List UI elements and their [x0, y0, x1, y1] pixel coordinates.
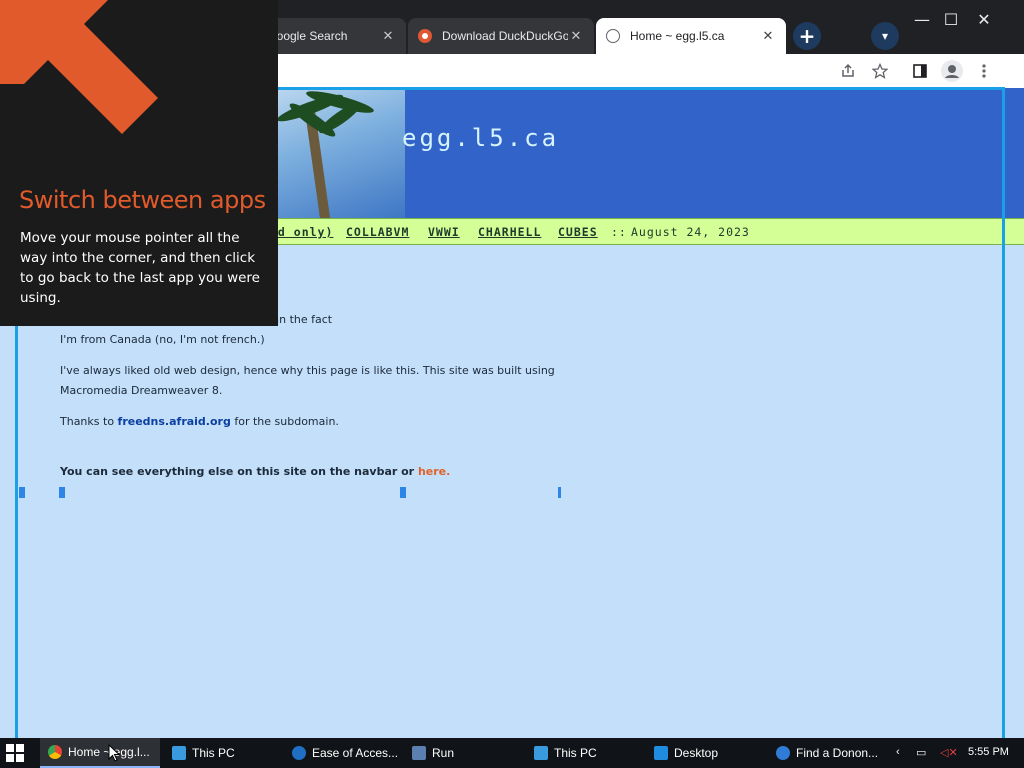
clock[interactable]: 5:55 PM — [968, 746, 1009, 758]
profile-icon[interactable] — [941, 60, 963, 82]
palm-tree-image — [275, 88, 405, 218]
windows-start-icon[interactable] — [6, 744, 24, 762]
taskbar-item-label: This PC — [192, 746, 235, 760]
thanks-line: Thanks to freedns.afraid.org for the sub… — [60, 412, 580, 432]
taskbar-item-run[interactable]: Run — [404, 738, 522, 768]
taskbar-item-this-pc-2[interactable]: This PC — [526, 738, 644, 768]
bookmark-star-icon[interactable] — [869, 60, 891, 82]
globe-icon — [606, 29, 620, 43]
menu-icon[interactable] — [973, 60, 995, 82]
close-tab-icon[interactable]: ✕ — [380, 28, 396, 44]
taskbar-item-label: Run — [432, 746, 455, 760]
thanks-suffix: for the subdomain. — [234, 415, 339, 428]
resize-handle[interactable] — [558, 487, 561, 498]
tip-body: Move your mouse pointer all the way into… — [20, 230, 260, 306]
mouse-cursor-icon — [108, 744, 120, 762]
maximize-button[interactable]: ☐ — [940, 10, 962, 29]
nav-date: August 24, 2023 — [631, 225, 750, 239]
tray-chevron-icon[interactable]: ‹ — [896, 746, 900, 758]
site-title: egg.l5.ca — [402, 124, 560, 152]
taskbar-item-desktop[interactable]: Desktop — [646, 738, 764, 768]
nav-link-collabvm[interactable]: COLLABVM — [346, 225, 409, 239]
resize-handle[interactable] — [19, 487, 25, 498]
chrome-icon — [48, 745, 62, 759]
tab-title: Home ~ egg.l5.ca — [630, 29, 725, 43]
taskbar: Home ~ egg.l... This PC Ease of Acces...… — [0, 738, 1024, 768]
tab-download-duckduckgo[interactable]: Download DuckDuckGo ✕ — [408, 18, 594, 54]
freedns-link[interactable]: freedns.afraid.org — [118, 415, 231, 428]
navbar-note: You can see everything else on this site… — [60, 462, 580, 482]
duckduckgo-icon — [418, 29, 432, 43]
side-panel-icon[interactable] — [909, 60, 931, 82]
thanks-prefix: Thanks to — [60, 415, 115, 428]
taskbar-item-label: Desktop — [674, 746, 719, 760]
network-icon[interactable]: ▭ — [916, 746, 926, 759]
taskbar-item-label: Find a Donon... — [796, 746, 879, 760]
nav-link-partial[interactable]: ad only) — [270, 225, 333, 239]
computer-icon — [172, 746, 186, 760]
desktop-icon — [654, 746, 668, 760]
close-window-button[interactable]: ✕ — [973, 10, 995, 29]
tab-home-egg[interactable]: Home ~ egg.l5.ca ✕ — [596, 18, 786, 54]
here-link[interactable]: here. — [418, 465, 450, 478]
edge-icon — [776, 746, 790, 760]
corner-arrow-icon — [0, 0, 158, 134]
switch-apps-tip: Switch between apps Move your mouse poin… — [0, 0, 278, 326]
taskbar-item-this-pc[interactable]: This PC — [164, 738, 282, 768]
taskbar-item-chrome[interactable]: Home ~ egg.l... — [40, 738, 160, 768]
taskbar-item-label: Ease of Acces... — [312, 746, 399, 760]
computer-icon — [534, 746, 548, 760]
nav-link-charhell[interactable]: CHARHELL — [478, 225, 541, 239]
minimize-button[interactable]: — — [911, 10, 933, 29]
ease-of-access-icon — [292, 746, 306, 760]
content-paragraph: I've always liked old web design, hence … — [60, 364, 555, 397]
share-icon[interactable] — [837, 60, 859, 82]
content-line: I'm from Canada (no, I'm not french.) — [60, 333, 265, 346]
nav-separator: :: — [611, 225, 627, 239]
new-tab-button[interactable]: + — [793, 22, 821, 50]
navbar-note-text: You can see everything else on this site… — [60, 465, 415, 478]
resize-handle[interactable] — [59, 487, 65, 498]
nav-link-vwwi[interactable]: VWWI — [428, 225, 460, 239]
close-tab-icon[interactable]: ✕ — [568, 28, 584, 44]
tab-search-button[interactable]: ▾ — [871, 22, 899, 50]
tab-title: Download DuckDuckGo — [442, 29, 568, 43]
resize-handle[interactable] — [400, 487, 406, 498]
taskbar-item-label: This PC — [554, 746, 597, 760]
taskbar-item-edge[interactable]: Find a Donon... — [768, 738, 886, 768]
page-content: webs. There isn't much to say other than… — [60, 310, 580, 493]
tab-title: - Google Search — [260, 29, 348, 43]
volume-muted-icon[interactable]: ◁✕ — [940, 746, 958, 759]
tip-heading: Switch between apps — [19, 186, 266, 214]
nav-link-cubes[interactable]: CUBES — [558, 225, 598, 239]
run-icon — [412, 746, 426, 760]
close-tab-icon[interactable]: ✕ — [760, 28, 776, 44]
taskbar-item-ease-of-access[interactable]: Ease of Acces... — [284, 738, 402, 768]
